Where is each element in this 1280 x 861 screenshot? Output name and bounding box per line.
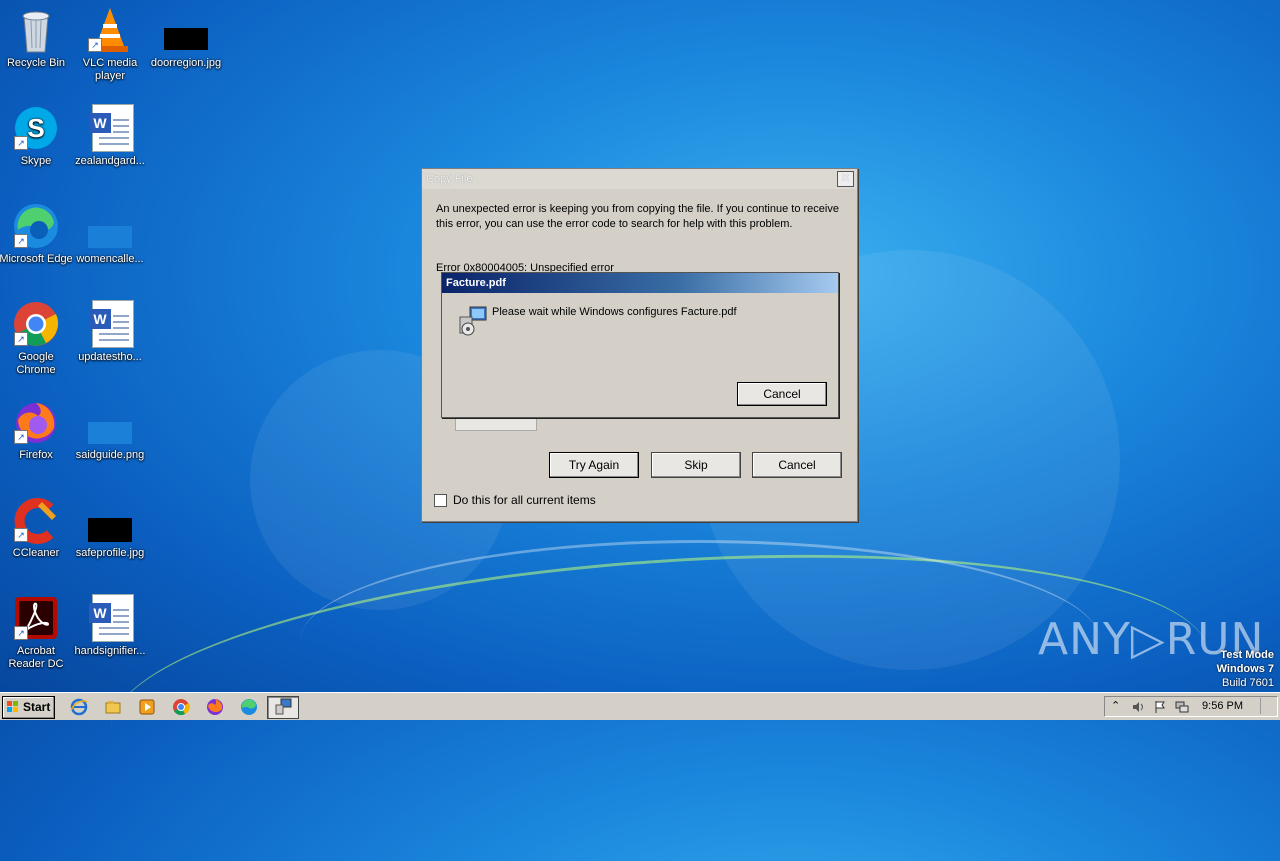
desktop-icon-safeprofile[interactable]: safeprofile.jpg xyxy=(72,496,148,560)
word-document-icon: W xyxy=(89,594,134,642)
windows-flag-icon xyxy=(7,701,18,712)
show-desktop-button[interactable] xyxy=(1260,698,1275,714)
shortcut-arrow-icon: ↗ xyxy=(14,332,28,346)
desktop-icon-ccleaner[interactable]: ↗ CCleaner xyxy=(0,496,74,560)
desktop-icon-recycle-bin[interactable]: Recycle Bin xyxy=(0,6,74,70)
shortcut-arrow-icon: ↗ xyxy=(88,38,102,52)
image-thumbnail-icon xyxy=(88,518,132,542)
copy-file-titlebar[interactable]: Copy File ✕ xyxy=(422,169,857,189)
apply-all-checkbox[interactable] xyxy=(434,493,447,507)
cancel-button[interactable]: Cancel xyxy=(752,452,842,478)
desktop-icon-firefox[interactable]: ↗ Firefox xyxy=(0,398,74,462)
desktop-icon-chrome[interactable]: ↗ Google Chrome xyxy=(0,300,74,377)
chrome-taskbar-icon[interactable] xyxy=(172,698,190,716)
volume-icon[interactable] xyxy=(1131,700,1145,714)
desktop-icon-doorregion[interactable]: doorregion.jpg xyxy=(148,6,224,70)
facture-titlebar[interactable]: Facture.pdf xyxy=(442,273,838,293)
media-player-icon[interactable] xyxy=(138,698,156,716)
word-document-icon: W xyxy=(89,104,134,152)
desktop-icon-skype[interactable]: S ↗ Skype xyxy=(0,104,74,168)
desktop-icon-saidguide[interactable]: saidguide.png xyxy=(72,398,148,462)
image-thumbnail-icon xyxy=(88,226,132,248)
image-thumbnail-icon xyxy=(164,28,208,50)
desktop-icon-handsignifier[interactable]: W handsignifier... xyxy=(72,594,148,658)
skip-button[interactable]: Skip xyxy=(651,452,741,478)
shortcut-arrow-icon: ↗ xyxy=(14,136,28,150)
desktop-icon-acrobat[interactable]: ↗ Acrobat Reader DC xyxy=(0,594,74,671)
file-explorer-icon[interactable] xyxy=(104,698,122,716)
shortcut-arrow-icon: ↗ xyxy=(14,626,28,640)
edge-taskbar-icon[interactable] xyxy=(240,698,258,716)
show-hidden-icons[interactable]: ⌃ xyxy=(1111,699,1120,712)
close-icon: ✕ xyxy=(840,171,851,185)
test-mode-watermark: Test Mode Windows 7 Build 7601 xyxy=(1216,649,1274,689)
progress-placeholder xyxy=(455,417,537,431)
facture-cancel-button[interactable]: Cancel xyxy=(737,382,827,406)
image-thumbnail-icon xyxy=(88,422,132,444)
close-button[interactable]: ✕ xyxy=(837,171,854,187)
shortcut-arrow-icon: ↗ xyxy=(14,234,28,248)
recycle-bin-icon xyxy=(22,11,50,53)
installer-setup-icon xyxy=(459,306,487,336)
apply-all-label: Do this for all current items xyxy=(453,493,596,507)
word-document-icon: W xyxy=(89,300,134,348)
svg-text:S: S xyxy=(27,113,44,143)
desktop-icon-zealandgard[interactable]: W zealandgard... xyxy=(72,104,148,168)
facture-dialog: Facture.pdf Please wait while Windows co… xyxy=(441,272,839,418)
taskbar: Start ⌃ 9:56 PM xyxy=(0,692,1280,720)
start-button[interactable]: Start xyxy=(2,696,55,719)
desktop-icon-updatestho[interactable]: W updatestho... xyxy=(72,300,148,364)
copy-file-title: Copy File xyxy=(426,173,473,185)
action-center-flag-icon[interactable] xyxy=(1153,700,1167,714)
installer-taskbar-icon xyxy=(275,698,292,715)
system-tray: ⌃ 9:56 PM xyxy=(1104,696,1278,717)
network-icon[interactable] xyxy=(1175,700,1189,714)
clock[interactable]: 9:56 PM xyxy=(1202,697,1243,716)
try-again-button[interactable]: Try Again xyxy=(549,452,639,478)
apply-all-option[interactable]: Do this for all current items xyxy=(434,493,596,507)
taskbar-installer-button[interactable] xyxy=(267,696,299,719)
desktop-icon-edge[interactable]: ↗ Microsoft Edge xyxy=(0,202,74,266)
desktop-icon-vlc[interactable]: ↗ VLC media player xyxy=(72,6,148,83)
desktop-icon-womencalle[interactable]: womencalle... xyxy=(72,202,148,266)
shortcut-arrow-icon: ↗ xyxy=(14,430,28,444)
internet-explorer-icon[interactable] xyxy=(70,698,88,716)
error-message: An unexpected error is keeping you from … xyxy=(436,203,839,230)
firefox-taskbar-icon[interactable] xyxy=(206,698,224,716)
shortcut-arrow-icon: ↗ xyxy=(14,528,28,542)
configure-message: Please wait while Windows configures Fac… xyxy=(492,306,737,318)
